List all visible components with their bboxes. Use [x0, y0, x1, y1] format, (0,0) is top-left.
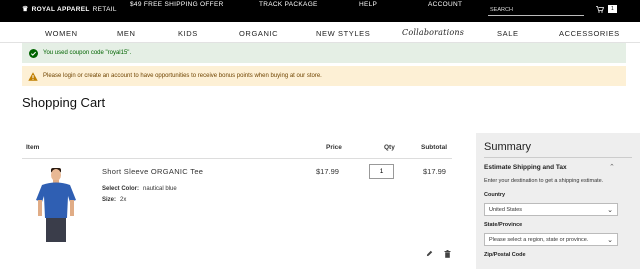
chevron-down-icon: ⌄ [607, 207, 613, 214]
summary-title: Summary [484, 141, 532, 153]
option-color: Select Color: nautical blue [102, 186, 177, 192]
nav-item-women[interactable]: WOMEN [45, 29, 78, 38]
cart-icon [596, 5, 604, 13]
mini-cart-button[interactable]: 1 [596, 5, 617, 13]
nav-item-organic[interactable]: ORGANIC [239, 29, 278, 38]
search-input[interactable] [488, 4, 584, 15]
main-nav: WOMEN MEN KIDS ORGANIC NEW STYLES Collab… [0, 23, 640, 43]
table-divider [22, 158, 452, 159]
country-label: Country [484, 192, 506, 198]
option-color-value: nautical blue [143, 186, 177, 192]
page-title: Shopping Cart [22, 95, 106, 110]
coupon-success-message: You used coupon code "royal15". [22, 43, 626, 63]
option-color-label: Select Color: [102, 186, 140, 192]
brand-logo[interactable]: ♛ ROYAL APPAREL RETAIL [22, 5, 117, 14]
trash-icon [444, 250, 451, 258]
nav-item-men[interactable]: MEN [117, 29, 135, 38]
chevron-up-icon[interactable]: ⌃ [609, 163, 615, 171]
free-shipping-link[interactable]: $49 FREE SHIPPING OFFER [130, 1, 224, 8]
success-text: You used coupon code "royal15". [43, 50, 132, 56]
help-link[interactable]: HELP [359, 1, 377, 8]
logo-suffix: RETAIL [92, 5, 117, 13]
nav-item-kids[interactable]: KIDS [178, 29, 198, 38]
column-header-item: Item [26, 144, 40, 151]
edit-item-button[interactable] [426, 250, 433, 259]
option-size: Size: 2x [102, 197, 126, 203]
login-warning-message: Please login or create an account to hav… [22, 66, 626, 86]
country-value: United States [489, 206, 523, 213]
option-size-value: 2x [120, 197, 127, 203]
crown-icon: ♛ [22, 6, 29, 13]
pencil-icon [426, 250, 433, 257]
zip-label: Zip/Postal Code [484, 252, 526, 258]
state-value: Please select a region, state or provinc… [489, 236, 589, 243]
column-header-qty: Qty [384, 144, 395, 151]
estimate-shipping-toggle[interactable]: Estimate Shipping and Tax [484, 164, 567, 171]
column-header-price: Price [326, 144, 342, 151]
option-size-label: Size: [102, 197, 117, 203]
state-select[interactable]: Please select a region, state or provinc… [484, 233, 618, 246]
quantity-input[interactable] [369, 164, 394, 179]
nav-item-new-styles[interactable]: NEW STYLES [316, 29, 370, 38]
product-image[interactable] [34, 168, 78, 242]
chevron-down-icon: ⌄ [607, 237, 613, 244]
order-summary: Summary Estimate Shipping and Tax [476, 133, 640, 269]
nav-item-accessories[interactable]: ACCESSORIES [559, 29, 620, 38]
product-name-link[interactable]: Short Sleeve ORGANIC Tee [102, 167, 203, 176]
cart-count-badge: 1 [608, 5, 617, 13]
delete-item-button[interactable] [444, 250, 451, 260]
item-subtotal: $17.99 [423, 167, 446, 176]
nav-item-collaborations[interactable]: Collaborations [402, 28, 464, 37]
search-box [488, 4, 584, 16]
column-header-subtotal: Subtotal [421, 144, 447, 151]
warning-text: Please login or create an account to hav… [43, 73, 322, 79]
item-price: $17.99 [316, 167, 339, 176]
account-link[interactable]: ACCOUNT [428, 1, 462, 8]
top-bar: ♛ ROYAL APPAREL RETAIL $49 FREE SHIPPING… [0, 0, 640, 22]
summary-divider [484, 157, 632, 158]
track-package-link[interactable]: TRACK PACKAGE [259, 1, 318, 8]
state-label: State/Province [484, 222, 523, 228]
warning-icon [28, 71, 38, 81]
nav-item-sale[interactable]: SALE [497, 29, 519, 38]
estimate-description: Enter your destination to get a shipping… [484, 178, 604, 184]
logo-text: ROYAL APPAREL [31, 5, 90, 13]
country-select[interactable]: United States ⌄ [484, 203, 618, 216]
check-circle-icon [28, 48, 38, 58]
